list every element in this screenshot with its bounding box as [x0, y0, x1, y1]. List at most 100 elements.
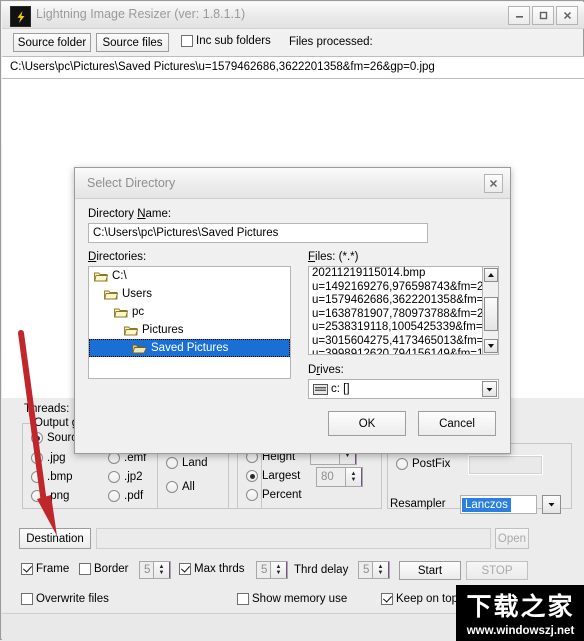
format-radio-png[interactable]: .png: [31, 490, 69, 502]
frame-label: Frame: [36, 563, 70, 575]
tree-item-saved-pictures[interactable]: Saved Pictures: [89, 339, 290, 357]
format-label: .pdf: [124, 490, 144, 502]
stepper-buttons[interactable]: ▲ ▼: [153, 562, 170, 578]
source-folder-button[interactable]: Source folder: [13, 33, 91, 52]
directories-tree[interactable]: C:\ Users pc Pictures Saved Pictures: [88, 266, 291, 379]
stepper-buttons[interactable]: ▲ ▼: [372, 562, 389, 578]
watermark: 下载之家 www.windowszj.net: [456, 585, 584, 641]
stepper-buttons[interactable]: ▲ ▼: [270, 562, 287, 578]
destination-button[interactable]: Destination: [19, 528, 91, 549]
files-processed-label: Files processed:: [289, 36, 373, 48]
largest-value-stepper[interactable]: 80 ▲ ▼: [316, 467, 363, 487]
list-item[interactable]: u=1579462686,3622201358&fm=2: [309, 294, 498, 308]
scroll-down-icon[interactable]: [484, 339, 498, 353]
resampler-value: Lanczos: [462, 497, 511, 512]
source-files-button[interactable]: Source files: [96, 33, 169, 52]
frame-checkbox[interactable]: Frame: [21, 563, 69, 575]
max-thrds-label: Max thrds: [194, 563, 245, 575]
format-label: .png: [47, 490, 70, 502]
close-button[interactable]: [556, 6, 578, 25]
radio-dot: [31, 452, 43, 464]
dimension-radio-largest[interactable]: Largest: [246, 470, 300, 482]
tree-item-pc[interactable]: pc: [89, 303, 290, 321]
threads-label: Threads:: [24, 403, 70, 415]
drives-select[interactable]: c: []: [308, 379, 499, 399]
stop-button[interactable]: STOP: [466, 561, 528, 580]
thrd-delay-value: 5: [363, 564, 370, 576]
list-item[interactable]: u=2538319118,1005425339&fm=2: [309, 321, 498, 335]
list-item[interactable]: 20211219115014.bmp: [309, 267, 498, 281]
inc-sub-folders-checkbox[interactable]: Inc sub folders: [181, 35, 271, 47]
postfix-input[interactable]: [468, 455, 543, 475]
directories-label: Directories:: [88, 251, 147, 263]
checkbox-box: [179, 563, 191, 575]
overwrite-files-checkbox[interactable]: Overwrite files: [21, 593, 109, 605]
format-radio-pdf[interactable]: .pdf: [108, 490, 143, 502]
checkbox-box: [21, 593, 33, 605]
destination-input[interactable]: [96, 528, 491, 549]
tree-item-users[interactable]: Users: [89, 285, 290, 303]
window-controls: [508, 6, 578, 25]
format-radio-jp2[interactable]: .jp2: [108, 471, 143, 483]
keep-on-top-checkbox[interactable]: Keep on top: [381, 593, 458, 605]
dialog-close-icon[interactable]: [484, 174, 503, 193]
format-label: .bmp: [47, 471, 73, 483]
maximize-button[interactable]: [532, 6, 554, 25]
files-label: Files: (*.*): [308, 251, 359, 263]
radio-dot: [396, 458, 408, 470]
drives-label: Drives:: [308, 364, 344, 376]
orientation-radio-all[interactable]: All: [166, 481, 195, 493]
folder-icon: [114, 307, 128, 318]
chevron-down-icon[interactable]: [482, 381, 497, 397]
window-title: Lightning Image Resizer (ver: 1.8.1.1): [36, 7, 246, 21]
tree-item-pictures[interactable]: Pictures: [89, 321, 290, 339]
files-scrollbar[interactable]: [482, 267, 498, 354]
checkbox-box: [237, 593, 249, 605]
border-value-stepper[interactable]: 5 ▲ ▼: [139, 561, 171, 579]
scroll-up-icon[interactable]: [484, 268, 498, 282]
list-item[interactable]: u=1638781907,780973788&fm=26: [309, 308, 498, 322]
toolbar: Source folder Source files Inc sub folde…: [1, 29, 583, 55]
format-radio-jpg[interactable]: .jpg: [31, 452, 66, 464]
radio-dot: [166, 457, 178, 469]
watermark-url: www.windowszj.net: [466, 625, 575, 637]
select-directory-dialog: Select Directory Directory Name: C:\User…: [74, 167, 511, 454]
orientation-radio-land[interactable]: Land: [166, 457, 208, 469]
thrd-delay-stepper[interactable]: 5 ▲ ▼: [358, 561, 390, 579]
max-thrds-checkbox[interactable]: Max thrds: [179, 563, 245, 575]
chevron-down-icon[interactable]: [542, 495, 561, 514]
dialog-title: Select Directory: [87, 176, 176, 190]
keep-on-top-label: Keep on top: [396, 593, 459, 605]
current-file-path-text: C:\Users\pc\Pictures\Saved Pictures\u=15…: [10, 61, 435, 73]
border-checkbox[interactable]: Border: [79, 563, 129, 575]
postfix-radio[interactable]: PostFix: [396, 458, 450, 470]
orientation-label: Land: [182, 457, 208, 469]
scrollbar-thumb[interactable]: [484, 297, 498, 331]
format-radio-bmp[interactable]: .bmp: [31, 471, 73, 483]
dimension-radio-percent[interactable]: Percent: [246, 489, 302, 501]
list-item[interactable]: u=1492169276,976598743&fm=26: [309, 281, 498, 295]
directory-name-input[interactable]: C:\Users\pc\Pictures\Saved Pictures: [88, 223, 428, 243]
stepper-buttons[interactable]: ▲ ▼: [345, 468, 362, 486]
start-button[interactable]: Start: [399, 561, 461, 580]
tree-item-label: C:\: [112, 270, 127, 282]
ok-button[interactable]: OK: [328, 411, 406, 436]
minimize-button[interactable]: [508, 6, 530, 25]
current-file-path-bar: C:\Users\pc\Pictures\Saved Pictures\u=15…: [2, 56, 584, 79]
open-button[interactable]: Open: [495, 528, 529, 549]
resampler-label: Resampler: [390, 498, 446, 510]
list-item[interactable]: u=3015604275,4173465013&fm=2: [309, 335, 498, 349]
max-thrds-stepper[interactable]: 5 ▲ ▼: [256, 561, 288, 579]
radio-dot: [246, 489, 258, 501]
tree-item-c-drive[interactable]: C:\: [89, 267, 290, 285]
directory-name-value: C:\Users\pc\Pictures\Saved Pictures: [93, 227, 279, 239]
checkbox-box: [181, 35, 193, 47]
cancel-button[interactable]: Cancel: [418, 411, 496, 436]
list-item[interactable]: u=3998912620,794156149&fm=11: [309, 348, 498, 354]
folder-icon: [124, 325, 138, 336]
show-memory-checkbox[interactable]: Show memory use: [237, 593, 347, 605]
overwrite-files-label: Overwrite files: [36, 593, 109, 605]
files-list[interactable]: 20211219115014.bmp u=1492169276,97659874…: [308, 266, 499, 355]
tree-item-label: Users: [122, 288, 153, 300]
resampler-select[interactable]: Lanczos: [460, 495, 537, 514]
